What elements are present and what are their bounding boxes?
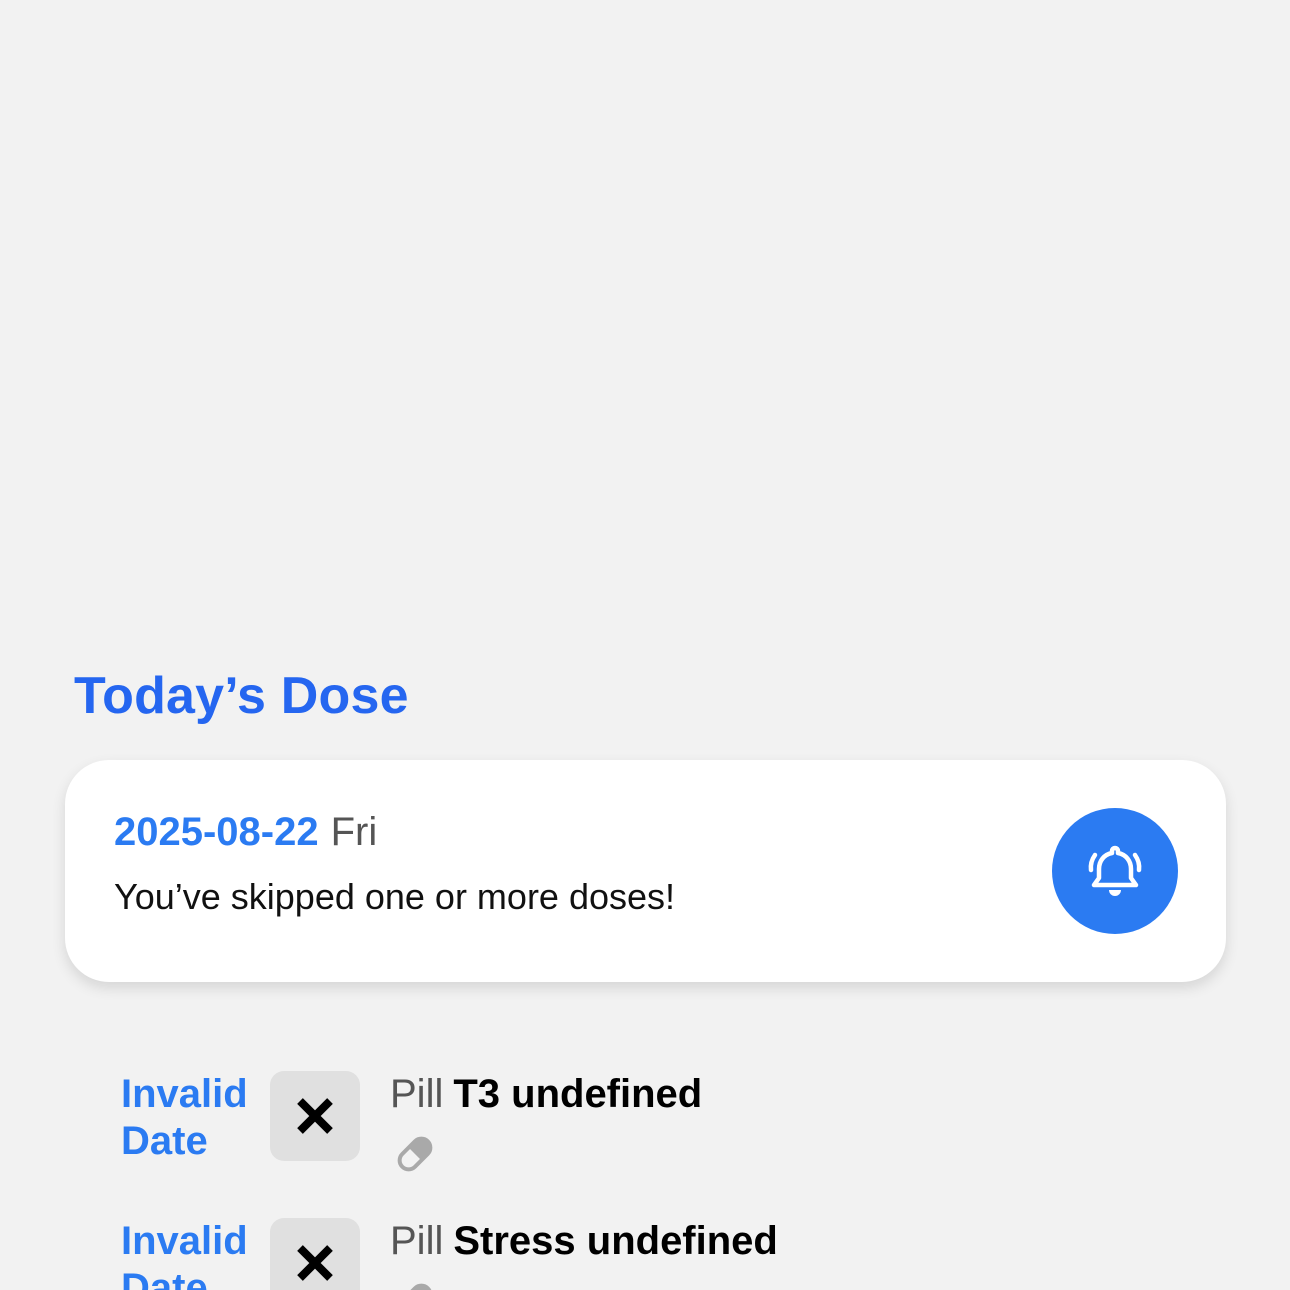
pill-icon: [394, 1133, 436, 1180]
bell-ring-icon: [1088, 845, 1142, 896]
dose-name: Stress undefined: [453, 1219, 778, 1263]
dose-summary-card: 2025-08-22 Fri You’ve skipped one or more…: [65, 760, 1226, 982]
dose-name: T3 undefined: [453, 1072, 703, 1116]
skipped-doses-message: You’ve skipped one or more doses!: [114, 876, 676, 917]
card-date: 2025-08-22: [114, 810, 319, 854]
dose-info: Pill T3 undefined: [390, 1071, 702, 1118]
dose-type: Pill: [390, 1219, 444, 1263]
dose-time: Invalid Date: [121, 1071, 261, 1165]
dose-time-line: Invalid: [121, 1072, 248, 1116]
dose-list-item[interactable]: Invalid Date Pill T3 undefined: [121, 1071, 1221, 1201]
dose-time: Invalid Date: [121, 1218, 261, 1290]
close-icon: [297, 1098, 333, 1134]
section-title: Today’s Dose: [74, 667, 409, 725]
app-screen: Today’s Dose 2025-08-22 Fri You’ve skippe…: [0, 0, 1290, 1290]
dose-time-line: Date: [121, 1266, 208, 1290]
card-weekday: Fri: [330, 810, 378, 854]
dose-status-button[interactable]: [270, 1218, 360, 1290]
dose-info: Pill Stress undefined: [390, 1218, 778, 1265]
pill-icon: [394, 1280, 436, 1290]
dose-type: Pill: [390, 1072, 444, 1116]
dose-time-line: Date: [121, 1119, 208, 1163]
dose-status-button[interactable]: [270, 1071, 360, 1161]
dose-time-line: Invalid: [121, 1219, 248, 1263]
close-icon: [297, 1245, 333, 1281]
alarm-button[interactable]: [1052, 808, 1178, 934]
dose-list-item[interactable]: Invalid Date Pill Stress undefined: [121, 1218, 1221, 1290]
card-date-line: 2025-08-22 Fri: [114, 810, 377, 854]
